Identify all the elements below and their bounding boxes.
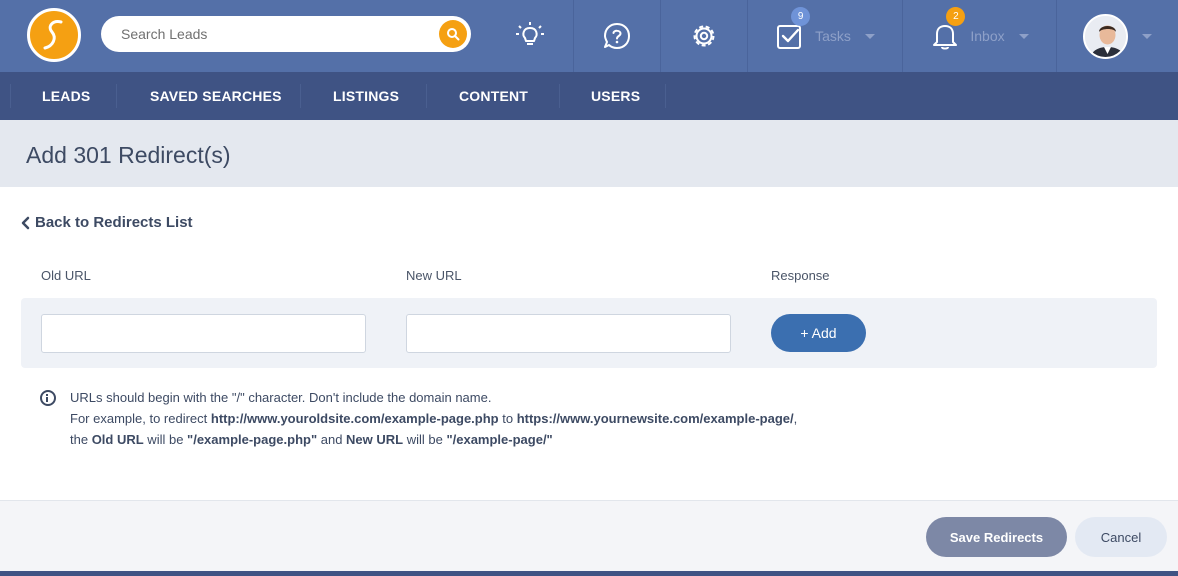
logo-s-icon	[43, 20, 63, 50]
tasks-label: Tasks	[815, 28, 851, 44]
response-column-label: Response	[771, 268, 830, 283]
back-link-label: Back to Redirects List	[35, 214, 193, 231]
ideas-button[interactable]	[486, 0, 573, 72]
chevron-left-icon	[21, 216, 30, 229]
redirect-form: Back to Redirects List Old URL New URL R…	[0, 187, 1178, 500]
inbox-menu[interactable]: 2 Inbox	[903, 0, 1056, 72]
nav-item-listings[interactable]: LISTINGS	[333, 72, 399, 120]
old-url-input[interactable]	[41, 314, 366, 353]
tasks-icon-wrap: 9	[775, 7, 811, 51]
form-footer: Save Redirects Cancel	[0, 500, 1178, 571]
new-site-example: https://www.yournewsite.com/example-page…	[516, 411, 794, 426]
user-menu[interactable]	[1057, 0, 1178, 72]
page-title: Add 301 Redirect(s)	[26, 142, 231, 168]
search-input[interactable]	[101, 16, 431, 52]
help-text: and	[317, 432, 347, 447]
inbox-icon-wrap: 2	[930, 7, 966, 51]
brand-logo[interactable]	[27, 8, 81, 62]
help-text: will be	[403, 432, 447, 447]
old-site-example: http://www.youroldsite.com/example-page.…	[210, 411, 499, 426]
save-redirects-button[interactable]: Save Redirects	[926, 517, 1067, 557]
add-redirect-button[interactable]: + Add	[771, 314, 866, 352]
gear-icon	[693, 25, 715, 47]
help-line-3: the Old URL will be "/example-page.php" …	[70, 429, 797, 450]
nav-separator	[559, 84, 560, 108]
nav-item-leads[interactable]: LEADS	[42, 72, 90, 120]
help-question-icon	[604, 23, 630, 49]
new-url-term: New URL	[346, 432, 404, 447]
new-url-example-value: "/example-page/"	[446, 432, 553, 447]
info-icon	[40, 390, 56, 406]
redirect-row: + Add	[21, 298, 1157, 368]
tasks-menu[interactable]: 9 Tasks	[748, 0, 902, 72]
old-url-term: Old URL	[91, 432, 144, 447]
search-icon	[447, 28, 460, 41]
chevron-down-icon	[1018, 33, 1029, 39]
old-url-example-value: "/example-page.php"	[187, 432, 318, 447]
settings-button[interactable]	[661, 0, 747, 72]
nav-separator	[10, 84, 11, 108]
nav-separator	[300, 84, 301, 108]
search-button[interactable]	[439, 20, 467, 48]
bottom-bar	[0, 571, 1178, 576]
top-bar: 9 Tasks 2 Inbox	[0, 0, 1178, 72]
help-text: For example, to redirect	[70, 411, 211, 426]
tasks-badge: 9	[791, 7, 811, 26]
nav-separator	[426, 84, 427, 108]
help-text: to	[498, 411, 517, 426]
help-text: will be	[143, 432, 188, 447]
nav-item-content[interactable]: CONTENT	[459, 72, 528, 120]
nav-item-users[interactable]: USERS	[591, 72, 640, 120]
search-box	[101, 16, 471, 52]
cancel-button[interactable]: Cancel	[1075, 517, 1167, 557]
page-header: Add 301 Redirect(s)	[0, 120, 1178, 187]
chevron-down-icon	[1142, 33, 1152, 39]
chevron-down-icon	[864, 33, 875, 39]
new-url-input[interactable]	[406, 314, 731, 353]
lightbulb-icon	[515, 22, 544, 45]
nav-item-saved-searches[interactable]: SAVED SEARCHES	[150, 72, 282, 120]
nav-separator	[116, 84, 117, 108]
inbox-badge: 2	[946, 7, 966, 26]
avatar	[1083, 13, 1128, 59]
help-button[interactable]	[574, 0, 660, 72]
help-line-1: URLs should begin with the "/" character…	[70, 390, 492, 405]
main-nav: LEADS SAVED SEARCHES LISTINGS CONTENT US…	[0, 72, 1178, 120]
old-url-column-label: Old URL	[41, 268, 91, 283]
nav-separator	[665, 84, 666, 108]
help-line-2: For example, to redirect http://www.your…	[70, 408, 797, 429]
help-text: ,	[793, 411, 798, 426]
inbox-label: Inbox	[970, 28, 1005, 44]
user-photo-icon	[1085, 15, 1126, 57]
new-url-column-label: New URL	[406, 268, 462, 283]
back-to-redirects-link[interactable]: Back to Redirects List	[20, 214, 193, 231]
help-text: the	[70, 432, 92, 447]
help-note: URLs should begin with the "/" character…	[40, 387, 797, 450]
